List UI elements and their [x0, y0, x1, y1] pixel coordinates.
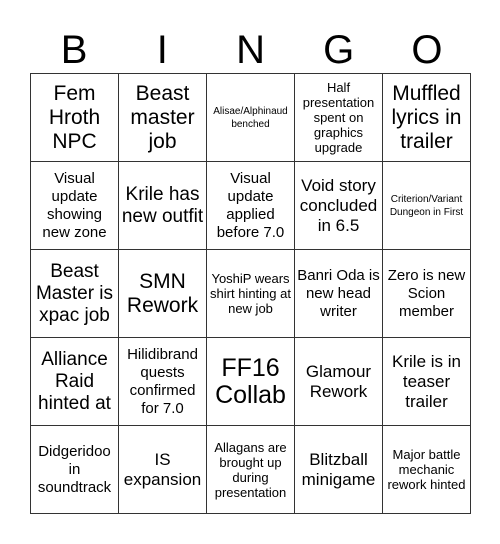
bingo-cell[interactable]: Half presentation spent on graphics upgr… [295, 74, 383, 162]
bingo-cell[interactable]: Didgeridoo in soundtrack [31, 426, 119, 514]
cell-text: Zero is new Scion member [387, 266, 466, 320]
cell-text: FF16 Collab [215, 353, 286, 409]
bingo-cell[interactable]: Fem Hroth NPC [31, 74, 119, 162]
bingo-cell[interactable]: Visual update applied before 7.0 [207, 162, 295, 250]
cell-text: Krile is in teaser trailer [392, 351, 461, 411]
bingo-header: B I N G O [30, 28, 471, 72]
cell-text: Alisae/Alphinaud benched [213, 105, 288, 130]
header-letter-i: I [156, 28, 168, 72]
cell-text: Void story concluded in 6.5 [299, 175, 378, 235]
cell-text: IS expansion [123, 449, 202, 489]
cell-text: Muffled lyrics in trailer [391, 81, 462, 153]
bingo-cell[interactable]: Beast master job [119, 74, 207, 162]
bingo-cell[interactable]: Krile is in teaser trailer [383, 338, 471, 426]
bingo-cell[interactable]: Muffled lyrics in trailer [383, 74, 471, 162]
bingo-cell[interactable]: Visual update showing new zone [31, 162, 119, 250]
cell-text: Hilidibrand quests confirmed for 7.0 [127, 345, 198, 417]
cell-text: Blitzball minigame [301, 449, 376, 489]
cell-text: Alliance Raid hinted at [38, 348, 111, 414]
bingo-cell[interactable]: Allagans are brought up during presentat… [207, 426, 295, 514]
bingo-cell[interactable]: Criterion/Variant Dungeon in First [383, 162, 471, 250]
bingo-cell[interactable]: Hilidibrand quests confirmed for 7.0 [119, 338, 207, 426]
cell-text: Visual update applied before 7.0 [216, 169, 285, 241]
bingo-cell[interactable]: Void story concluded in 6.5 [295, 162, 383, 250]
cell-text: SMN Rework [126, 269, 199, 317]
bingo-cell[interactable]: Krile has new outfit [119, 162, 207, 250]
bingo-cell[interactable]: Blitzball minigame [295, 426, 383, 514]
bingo-cell[interactable]: Beast Master is xpac job [31, 250, 119, 338]
bingo-cell[interactable]: Zero is new Scion member [383, 250, 471, 338]
cell-text: Half presentation spent on graphics upgr… [302, 80, 375, 155]
cell-text: Krile has new outfit [121, 183, 204, 227]
bingo-cell[interactable]: Banri Oda is new head writer [295, 250, 383, 338]
cell-text: Criterion/Variant Dungeon in First [389, 193, 464, 218]
bingo-cell[interactable]: Alliance Raid hinted at [31, 338, 119, 426]
bingo-cell[interactable]: SMN Rework [119, 250, 207, 338]
cell-text: Banri Oda is new head writer [297, 266, 380, 320]
cell-text: Major battle mechanic rework hinted [387, 447, 466, 492]
cell-text: Beast master job [130, 81, 195, 153]
cell-text: Beast Master is xpac job [35, 260, 114, 326]
header-letter-g: G [323, 28, 355, 72]
bingo-cell[interactable]: YoshiP wears shirt hinting at new job [207, 250, 295, 338]
bingo-grid: Fem Hroth NPC Beast master job Alisae/Al… [30, 73, 471, 514]
bingo-cell[interactable]: Major battle mechanic rework hinted [383, 426, 471, 514]
header-letter-b: B [60, 28, 88, 72]
cell-text: Visual update showing new zone [42, 169, 107, 241]
header-letter-n: N [236, 28, 265, 72]
header-letter-o: O [411, 28, 443, 72]
cell-text: Glamour Rework [305, 361, 372, 401]
bingo-cell[interactable]: Alisae/Alphinaud benched [207, 74, 295, 162]
bingo-cell[interactable]: IS expansion [119, 426, 207, 514]
cell-text: Fem Hroth NPC [48, 81, 101, 153]
cell-text: Didgeridoo in soundtrack [37, 442, 112, 496]
bingo-cell[interactable]: Glamour Rework [295, 338, 383, 426]
cell-text: YoshiP wears shirt hinting at new job [210, 271, 291, 316]
cell-text: Allagans are brought up during presentat… [214, 439, 287, 500]
bingo-cell-free[interactable]: FF16 Collab [207, 338, 295, 426]
